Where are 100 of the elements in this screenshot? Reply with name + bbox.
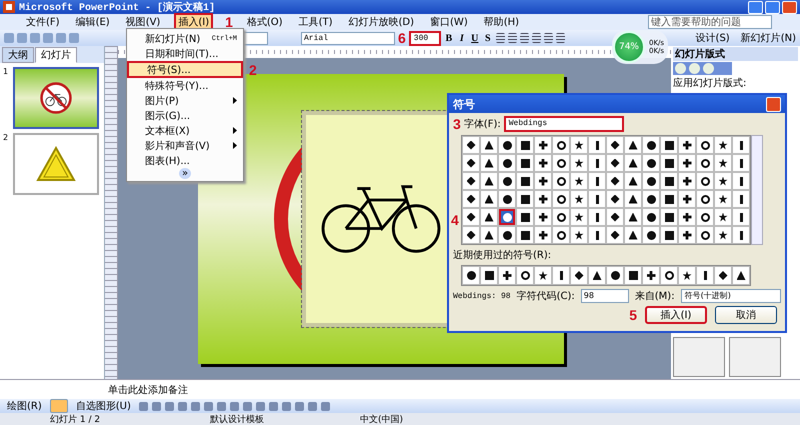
recent-symbol-cell[interactable] [534, 266, 552, 285]
symbol-cell[interactable] [606, 190, 624, 208]
symbol-cell[interactable] [606, 172, 624, 190]
symbol-cell[interactable] [498, 208, 516, 226]
symbol-cell[interactable] [714, 208, 732, 226]
recent-symbol-cell[interactable] [678, 266, 696, 285]
menu-item[interactable]: 幻灯片放映(D) [346, 15, 416, 29]
menu-entry[interactable]: 图示(G)... [127, 108, 243, 123]
symbol-cell[interactable] [696, 154, 714, 172]
symbol-cell[interactable] [498, 226, 516, 244]
symbol-cell[interactable] [588, 226, 606, 244]
cancel-button[interactable]: 取消 [715, 306, 777, 324]
minimize-button[interactable] [748, 0, 763, 14]
draw-menu-button[interactable]: 绘图(R) [3, 399, 46, 413]
pane-tab[interactable]: 幻灯片 [35, 47, 77, 63]
symbol-cell[interactable] [606, 154, 624, 172]
symbol-cell[interactable] [624, 208, 642, 226]
symbol-cell[interactable] [462, 172, 480, 190]
layout-thumbnail[interactable] [673, 337, 725, 377]
symbol-cell[interactable] [624, 190, 642, 208]
symbol-cell[interactable] [498, 136, 516, 154]
symbol-cell[interactable] [570, 226, 588, 244]
symbol-cell[interactable] [696, 226, 714, 244]
symbol-cell[interactable] [552, 136, 570, 154]
symbol-cell[interactable] [732, 208, 750, 226]
symbol-cell[interactable] [462, 226, 480, 244]
symbol-cell[interactable] [588, 154, 606, 172]
symbol-cell[interactable] [552, 208, 570, 226]
menu-entry[interactable]: 符号(S)... [127, 61, 243, 78]
symbol-cell[interactable] [570, 208, 588, 226]
symbol-cell[interactable] [642, 190, 660, 208]
symbol-cell[interactable] [480, 190, 498, 208]
symbol-cell[interactable] [552, 172, 570, 190]
symbol-cell[interactable] [570, 190, 588, 208]
symbol-cell[interactable] [480, 136, 498, 154]
notes-field[interactable]: 单击此处添加备注 [0, 379, 800, 399]
symbol-cell[interactable] [624, 136, 642, 154]
symbol-cell[interactable] [678, 172, 696, 190]
symbol-cell[interactable] [588, 172, 606, 190]
symbol-cell[interactable] [678, 154, 696, 172]
menu-entry[interactable]: 影片和声音(V) [127, 138, 243, 153]
recent-symbol-cell[interactable] [498, 266, 516, 285]
symbol-cell[interactable] [552, 154, 570, 172]
help-search-field[interactable]: 键入需要帮助的问题 [648, 15, 772, 29]
symbol-cell[interactable] [480, 226, 498, 244]
symbol-cell[interactable] [624, 172, 642, 190]
symbol-cell[interactable] [696, 136, 714, 154]
symbol-cell[interactable] [660, 190, 678, 208]
symbol-cell[interactable] [732, 190, 750, 208]
symbol-cell[interactable] [714, 154, 732, 172]
symbol-cell[interactable] [588, 208, 606, 226]
maximize-button[interactable] [765, 0, 780, 14]
symbol-cell[interactable] [696, 172, 714, 190]
recent-symbol-cell[interactable] [588, 266, 606, 285]
symbol-cell[interactable] [732, 136, 750, 154]
symbol-cell[interactable] [660, 172, 678, 190]
symbol-cell[interactable] [462, 190, 480, 208]
symbol-cell[interactable] [516, 190, 534, 208]
symbol-cell[interactable] [696, 208, 714, 226]
symbol-cell[interactable] [462, 208, 480, 226]
symbol-cell[interactable] [552, 226, 570, 244]
symbol-cell[interactable] [678, 226, 696, 244]
symbol-cell[interactable] [606, 226, 624, 244]
symbol-cell[interactable] [480, 154, 498, 172]
recent-symbol-cell[interactable] [732, 266, 750, 285]
symbol-cell[interactable] [714, 172, 732, 190]
pane-tab[interactable]: 大纲 [2, 47, 34, 63]
symbol-cell[interactable] [534, 154, 552, 172]
slide-thumbnail[interactable] [13, 67, 99, 129]
symbol-cell[interactable] [588, 136, 606, 154]
char-code-field[interactable]: 98 [580, 289, 629, 303]
close-button[interactable] [766, 96, 781, 112]
menu-item[interactable]: 文件(F) [24, 15, 62, 29]
symbol-cell[interactable] [714, 136, 732, 154]
symbol-cell[interactable] [462, 136, 480, 154]
autoshapes-button[interactable]: 自选图形(U) [72, 399, 135, 413]
recent-symbol-cell[interactable] [462, 266, 480, 285]
recent-symbol-cell[interactable] [624, 266, 642, 285]
symbol-cell[interactable] [516, 208, 534, 226]
symbol-cell[interactable] [714, 190, 732, 208]
symbol-cell[interactable] [516, 172, 534, 190]
expand-menu-button[interactable]: » [179, 168, 191, 179]
font-field[interactable]: Arial [301, 32, 395, 44]
menu-item[interactable]: 编辑(E) [74, 15, 112, 29]
insert-button[interactable]: 插入(I) [645, 306, 707, 324]
symbol-cell[interactable] [624, 154, 642, 172]
format-button[interactable]: S [482, 32, 493, 44]
symbol-cell[interactable] [642, 226, 660, 244]
symbol-cell[interactable] [516, 136, 534, 154]
design-button[interactable]: 设计(S) [692, 31, 734, 45]
symbol-cell[interactable] [606, 208, 624, 226]
from-dropdown[interactable]: 符号(十进制) [680, 289, 781, 303]
menu-entry[interactable]: 特殊符号(Y)... [127, 78, 243, 93]
symbol-cell[interactable] [534, 172, 552, 190]
symbol-cell[interactable] [732, 226, 750, 244]
symbol-cell[interactable] [498, 190, 516, 208]
symbol-cell[interactable] [678, 190, 696, 208]
symbol-cell[interactable] [534, 208, 552, 226]
symbol-cell[interactable] [534, 190, 552, 208]
font-dropdown[interactable]: Webdings [504, 116, 624, 132]
